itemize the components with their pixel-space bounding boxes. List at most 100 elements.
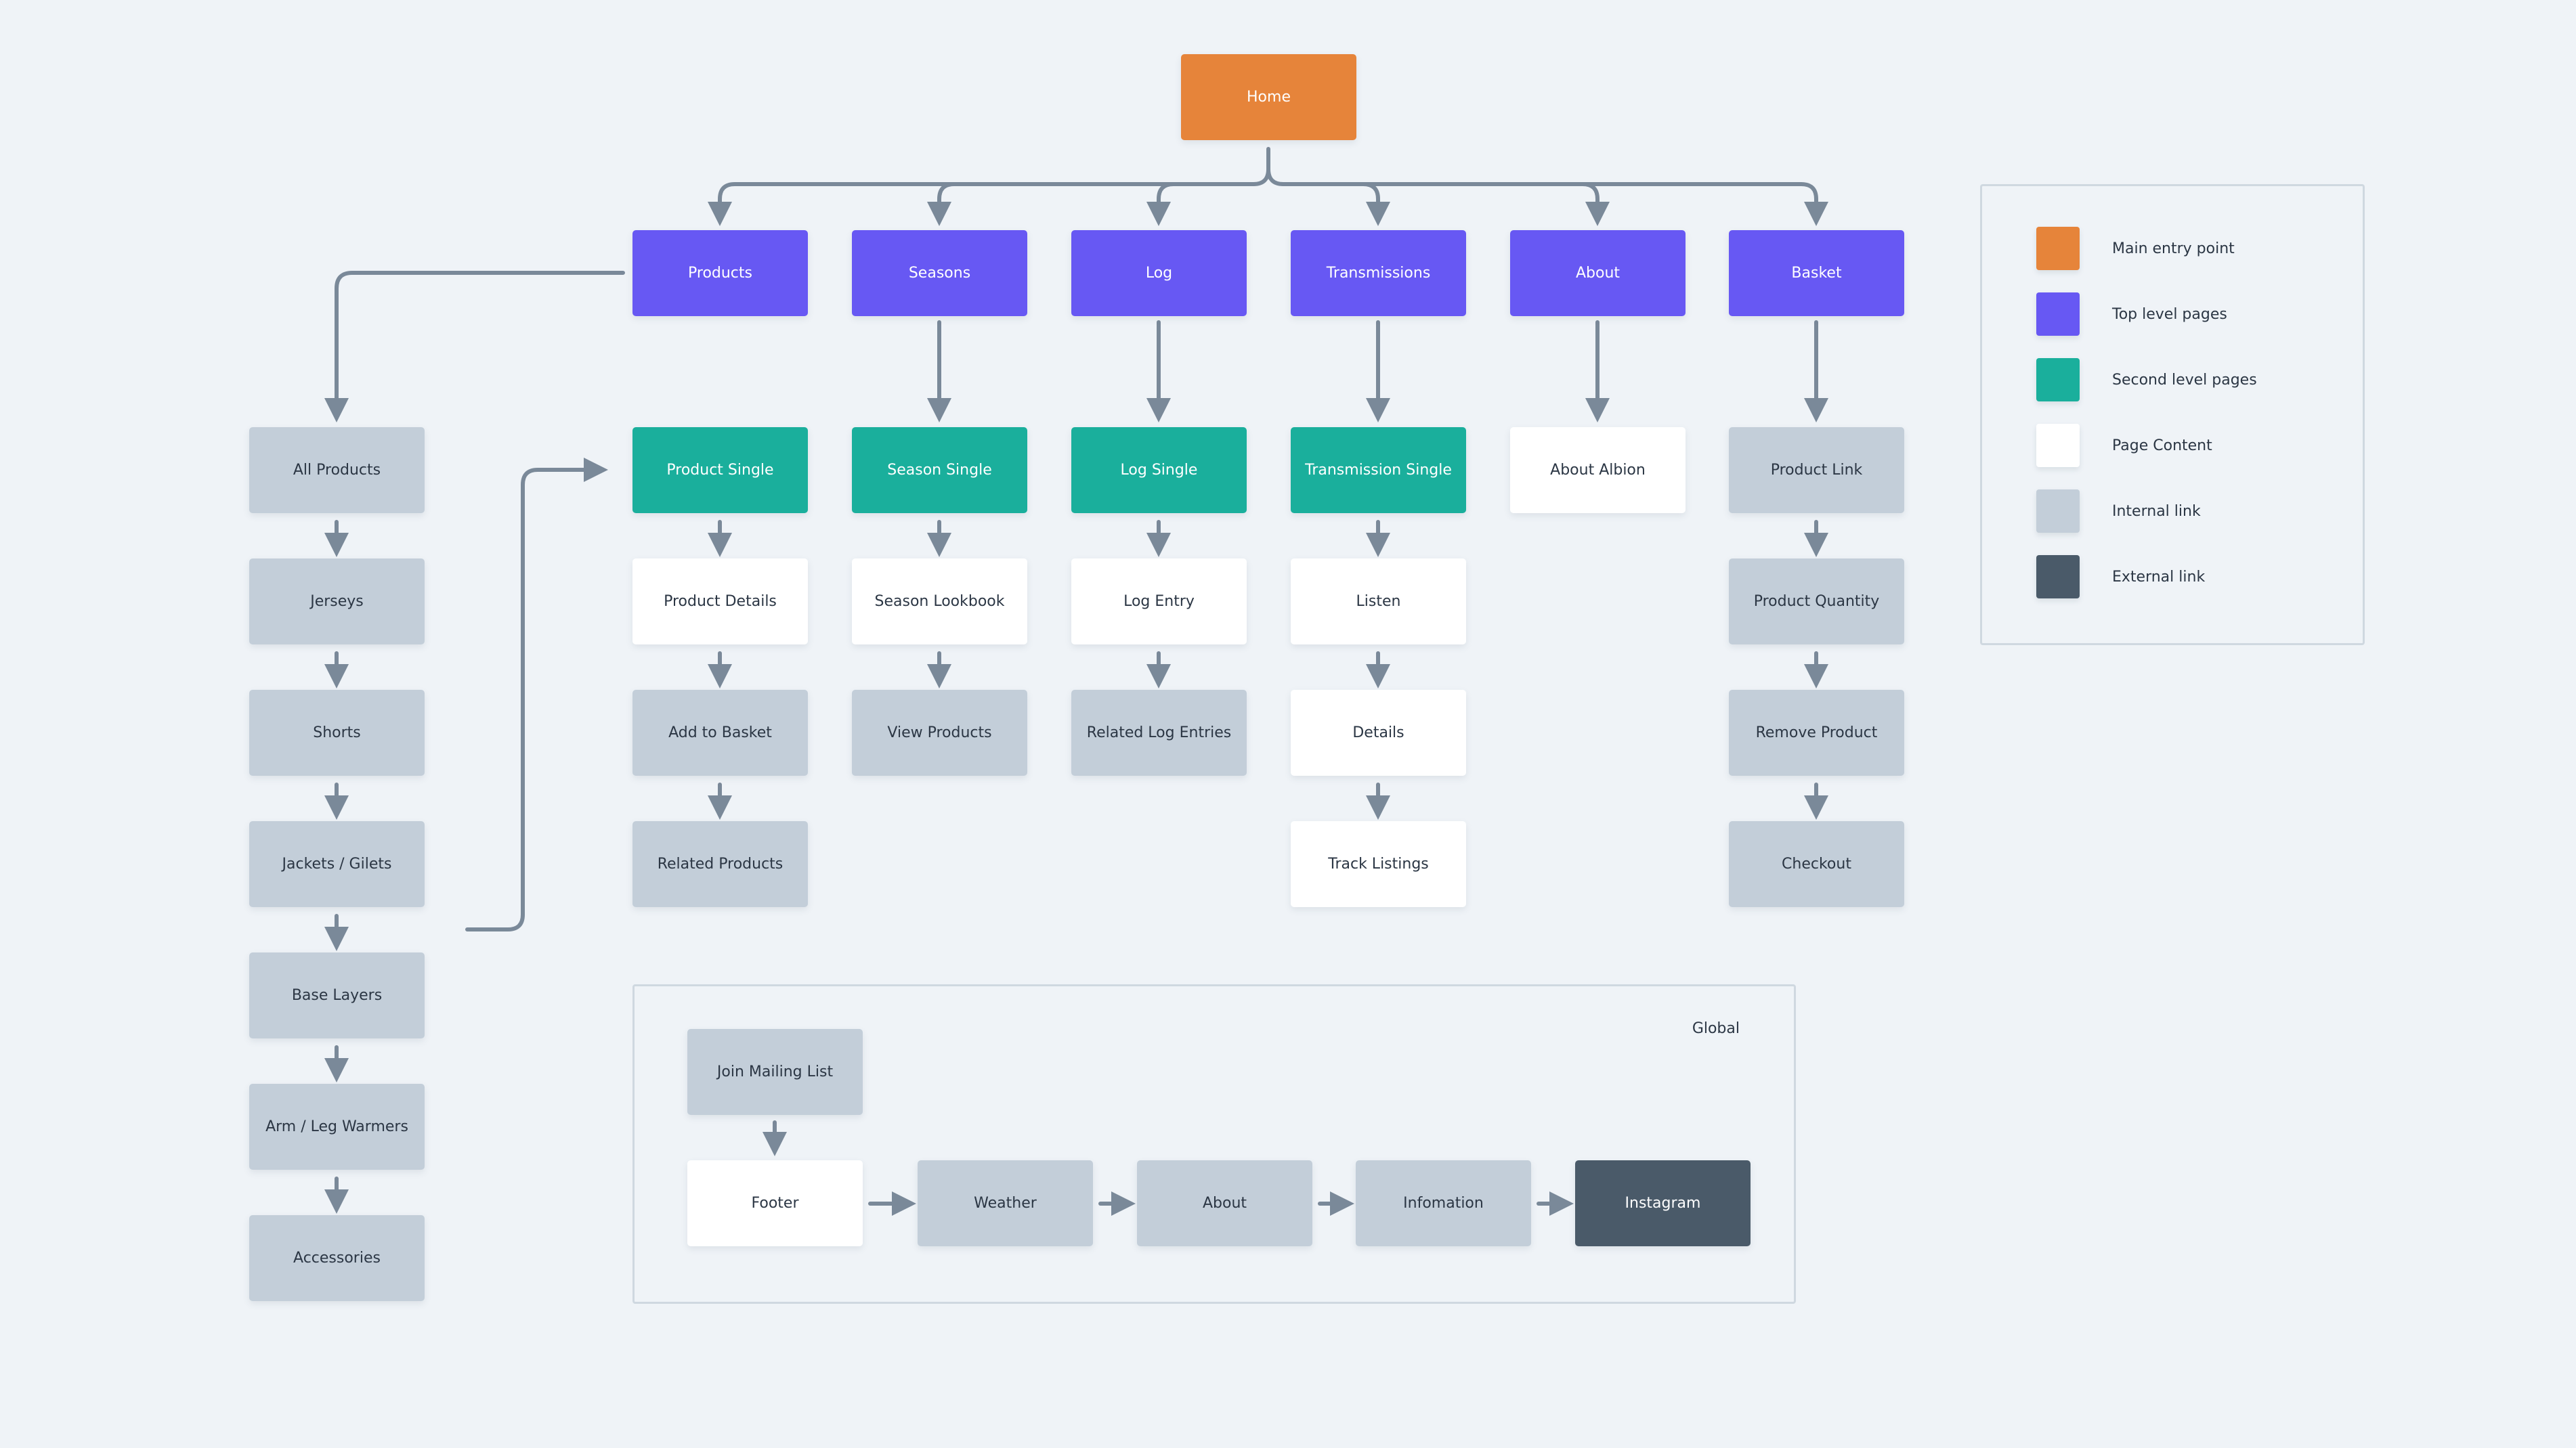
node-label: Base Layers xyxy=(291,987,383,1004)
product-link-node[interactable]: Product Link xyxy=(1729,427,1904,513)
connector-home-trunk-left xyxy=(1251,147,1270,186)
node-label: Product Details xyxy=(664,593,777,610)
connector-home-to-top-4 xyxy=(1281,182,1610,226)
log-entry-node[interactable]: Log Entry xyxy=(1071,558,1247,644)
season-single-node[interactable]: Season Single xyxy=(852,427,1027,513)
checkout-node[interactable]: Checkout xyxy=(1729,821,1904,907)
legend-item-second-level: Second level pages xyxy=(2036,358,2257,401)
remove-product-node[interactable]: Remove Product xyxy=(1729,690,1904,776)
join-mailing-list-node[interactable]: Join Mailing List xyxy=(687,1029,863,1115)
legend-item-page-content: Page Content xyxy=(2036,424,2212,467)
top-node-seasons[interactable]: Seasons xyxy=(852,230,1027,316)
legend-swatch xyxy=(2036,358,2080,401)
add-to-basket-node[interactable]: Add to Basket xyxy=(632,690,808,776)
top-node-transmissions[interactable]: Transmissions xyxy=(1291,230,1466,316)
product-category-node[interactable]: Jerseys xyxy=(249,558,425,644)
footer-node[interactable]: Footer xyxy=(687,1160,863,1246)
instagram-node[interactable]: Instagram xyxy=(1575,1160,1751,1246)
node-label: Transmission Single xyxy=(1305,462,1452,479)
node-label: Track Listings xyxy=(1328,856,1429,873)
legend-swatch xyxy=(2036,424,2080,467)
global-title: Global xyxy=(1692,1020,1740,1037)
legend-label: Internal link xyxy=(2112,502,2201,520)
legend-label: Page Content xyxy=(2112,437,2212,454)
product-category-node[interactable]: Jackets / Gilets xyxy=(249,821,425,907)
node-label: Seasons xyxy=(908,265,971,282)
legend-label: Main entry point xyxy=(2112,240,2235,257)
product-category-node[interactable]: Shorts xyxy=(249,690,425,776)
node-label: Product Quantity xyxy=(1753,593,1880,610)
connector-home-to-top-0 xyxy=(708,182,1255,226)
node-label: Remove Product xyxy=(1755,724,1878,741)
product-details-node[interactable]: Product Details xyxy=(632,558,808,644)
legend-item-main-entry: Main entry point xyxy=(2036,227,2235,270)
node-label: Season Lookbook xyxy=(874,593,1005,610)
view-products-node[interactable]: View Products xyxy=(852,690,1027,776)
infomation-node[interactable]: Infomation xyxy=(1356,1160,1531,1246)
global-about-node[interactable]: About xyxy=(1137,1160,1312,1246)
listen-node[interactable]: Listen xyxy=(1291,558,1466,644)
node-label: Instagram xyxy=(1625,1195,1701,1212)
product-quantity-node[interactable]: Product Quantity xyxy=(1729,558,1904,644)
node-label: Weather xyxy=(974,1195,1037,1212)
track-listings-node[interactable]: Track Listings xyxy=(1291,821,1466,907)
connector-home-to-top-5 xyxy=(1281,182,1828,226)
home-node[interactable]: Home xyxy=(1181,54,1356,140)
node-label: Infomation xyxy=(1403,1195,1484,1212)
node-label: Join Mailing List xyxy=(716,1063,834,1080)
node-label: Add to Basket xyxy=(668,724,772,741)
top-node-basket[interactable]: Basket xyxy=(1729,230,1904,316)
node-label: Checkout xyxy=(1782,856,1851,873)
season-lookbook-node[interactable]: Season Lookbook xyxy=(852,558,1027,644)
product-category-node[interactable]: Arm / Leg Warmers xyxy=(249,1084,425,1170)
about-albion-node[interactable]: About Albion xyxy=(1510,427,1686,513)
node-label: Basket xyxy=(1791,265,1842,282)
legend-label: Top level pages xyxy=(2112,305,2227,323)
node-label: View Products xyxy=(887,724,992,741)
node-label: Related Log Entries xyxy=(1086,724,1232,741)
product-category-node[interactable]: All Products xyxy=(249,427,425,513)
top-node-log[interactable]: Log xyxy=(1071,230,1247,316)
legend-label: External link xyxy=(2112,568,2206,586)
top-node-about[interactable]: About xyxy=(1510,230,1686,316)
details-node[interactable]: Details xyxy=(1291,690,1466,776)
legend-swatch xyxy=(2036,555,2080,598)
connector-home-to-top-3 xyxy=(1281,182,1390,226)
node-label: Jerseys xyxy=(310,593,364,610)
node-label: About Albion xyxy=(1550,462,1646,479)
connector-home-to-top-1 xyxy=(927,182,1255,226)
legend: Main entry point Top level pages Second … xyxy=(1980,184,2365,645)
related-log-entries-node[interactable]: Related Log Entries xyxy=(1071,690,1247,776)
legend-item-external-link: External link xyxy=(2036,555,2205,598)
connector-home-trunk-right xyxy=(1266,167,1285,186)
connector-base-layers-to-product-single xyxy=(465,458,608,931)
node-label: Footer xyxy=(751,1195,799,1212)
node-label: Listen xyxy=(1356,593,1401,610)
product-single-node[interactable]: Product Single xyxy=(632,427,808,513)
node-label: Log Single xyxy=(1120,462,1198,479)
log-single-node[interactable]: Log Single xyxy=(1071,427,1247,513)
legend-item-internal-link: Internal link xyxy=(2036,489,2201,533)
legend-swatch xyxy=(2036,227,2080,270)
node-label: Product Link xyxy=(1770,462,1863,479)
transmission-single-node[interactable]: Transmission Single xyxy=(1291,427,1466,513)
node-label: Jackets / Gilets xyxy=(282,856,392,873)
node-label: Arm / Leg Warmers xyxy=(265,1118,408,1135)
node-label: Transmissions xyxy=(1326,265,1431,282)
connector-products-to-all-products xyxy=(324,271,625,422)
node-label: Products xyxy=(688,265,752,282)
product-category-node[interactable]: Base Layers xyxy=(249,952,425,1038)
product-category-node[interactable]: Accessories xyxy=(249,1215,425,1301)
node-label: Details xyxy=(1352,724,1404,741)
node-label: Accessories xyxy=(293,1250,381,1267)
legend-swatch xyxy=(2036,292,2080,336)
node-label: Season Single xyxy=(887,462,992,479)
weather-node[interactable]: Weather xyxy=(918,1160,1093,1246)
related-products-node[interactable]: Related Products xyxy=(632,821,808,907)
top-node-products[interactable]: Products xyxy=(632,230,808,316)
node-label: Log Entry xyxy=(1123,593,1195,610)
node-label: Product Single xyxy=(666,462,774,479)
node-label: About xyxy=(1575,265,1620,282)
legend-label: Second level pages xyxy=(2112,371,2257,389)
node-label: Shorts xyxy=(313,724,361,741)
